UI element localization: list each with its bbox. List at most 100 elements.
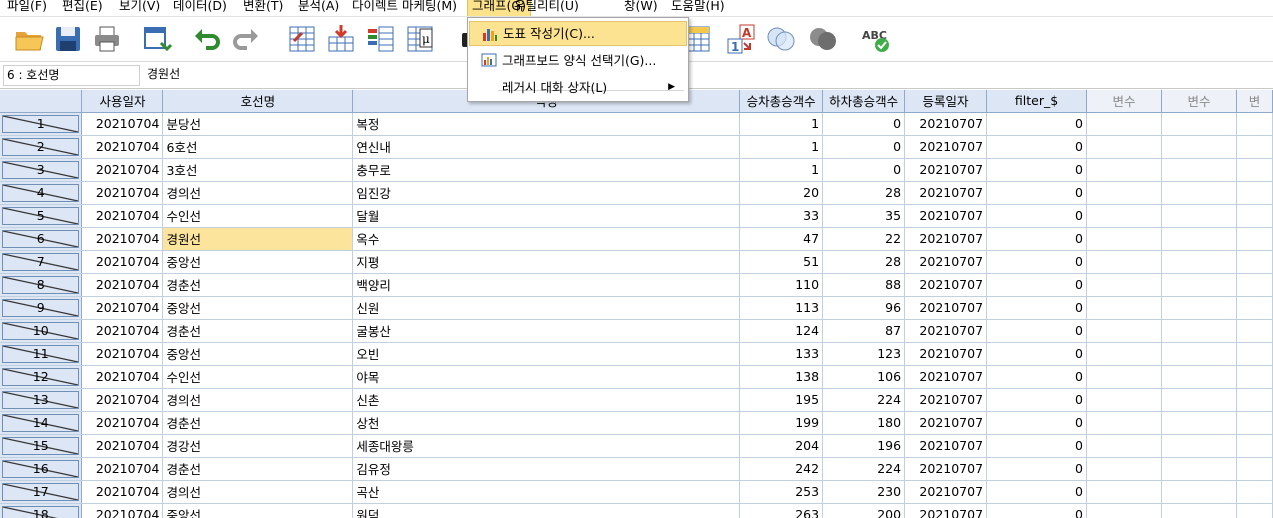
cell-boarding[interactable]: 51: [739, 250, 824, 274]
cell-filter[interactable]: 0: [986, 480, 1087, 504]
cell-empty[interactable]: [1086, 480, 1162, 504]
save-icon[interactable]: [51, 22, 85, 56]
print-icon[interactable]: [90, 22, 124, 56]
cell-empty[interactable]: [1236, 388, 1273, 412]
row-number[interactable]: 1: [0, 112, 83, 136]
cell-register-date[interactable]: 20210707: [904, 342, 988, 366]
cell-boarding[interactable]: 253: [739, 480, 824, 504]
cell-filter[interactable]: 0: [986, 388, 1087, 412]
cell-empty[interactable]: [1236, 480, 1273, 504]
cell-line[interactable]: 경강선: [162, 434, 354, 458]
cell-station[interactable]: 백양리: [352, 273, 741, 297]
column-header-line[interactable]: 호선명: [162, 90, 354, 113]
cell-filter[interactable]: 0: [986, 457, 1087, 481]
cell-register-date[interactable]: 20210707: [904, 135, 988, 159]
cell-alighting[interactable]: 96: [822, 296, 906, 320]
cell-empty[interactable]: [1161, 434, 1237, 458]
cell-station[interactable]: 연신내: [352, 135, 741, 159]
cell-filter[interactable]: 0: [986, 204, 1087, 228]
column-header-alighting[interactable]: 하차총승객수: [822, 90, 906, 113]
cell-date[interactable]: 20210704: [81, 204, 164, 228]
cell-line[interactable]: 중앙선: [162, 250, 354, 274]
cell-line[interactable]: 경의선: [162, 388, 354, 412]
menu-utilities[interactable]: 유틸리티(U): [510, 0, 583, 16]
cell-value-input[interactable]: 경원선: [143, 65, 1270, 86]
cell-empty[interactable]: [1161, 158, 1237, 182]
cell-boarding[interactable]: 1: [739, 158, 824, 182]
cell-station[interactable]: 오빈: [352, 342, 741, 366]
cell-empty[interactable]: [1086, 296, 1162, 320]
cell-empty[interactable]: [1161, 319, 1237, 343]
cell-date[interactable]: 20210704: [81, 181, 164, 205]
cell-date[interactable]: 20210704: [81, 227, 164, 251]
cell-register-date[interactable]: 20210707: [904, 411, 988, 435]
cell-station[interactable]: 충무로: [352, 158, 741, 182]
cell-date[interactable]: 20210704: [81, 319, 164, 343]
cell-filter[interactable]: 0: [986, 273, 1087, 297]
cell-empty[interactable]: [1086, 342, 1162, 366]
cell-line[interactable]: 중앙선: [162, 296, 354, 320]
undo-icon[interactable]: [190, 22, 224, 56]
cell-alighting[interactable]: 0: [822, 112, 906, 136]
cell-alighting[interactable]: 88: [822, 273, 906, 297]
cell-empty[interactable]: [1086, 250, 1162, 274]
cell-station[interactable]: 달월: [352, 204, 741, 228]
cell-empty[interactable]: [1161, 250, 1237, 274]
cell-date[interactable]: 20210704: [81, 342, 164, 366]
cell-empty[interactable]: [1161, 480, 1237, 504]
row-number[interactable]: 11: [0, 342, 83, 366]
chart-builder-menu-item[interactable]: 도표 작성기(C)...: [469, 21, 687, 46]
cell-empty[interactable]: [1086, 457, 1162, 481]
cell-empty[interactable]: [1086, 503, 1162, 518]
cell-filter[interactable]: 0: [986, 181, 1087, 205]
cell-station[interactable]: 지평: [352, 250, 741, 274]
cell-boarding[interactable]: 195: [739, 388, 824, 412]
corner-cell[interactable]: [0, 90, 83, 113]
cell-line[interactable]: 분당선: [162, 112, 354, 136]
column-header-filter[interactable]: filter_$: [986, 90, 1087, 113]
cell-empty[interactable]: [1236, 112, 1273, 136]
recall-dialog-icon[interactable]: [140, 22, 174, 56]
row-number[interactable]: 6: [0, 227, 83, 251]
cell-line[interactable]: 경의선: [162, 480, 354, 504]
cell-empty[interactable]: [1236, 434, 1273, 458]
variables-icon[interactable]: [364, 22, 398, 56]
cell-station[interactable]: 세종대왕릉: [352, 434, 741, 458]
cell-alighting[interactable]: 28: [822, 250, 906, 274]
cell-register-date[interactable]: 20210707: [904, 227, 988, 251]
cell-empty[interactable]: [1161, 503, 1237, 518]
menu-data[interactable]: 데이터(D): [169, 0, 231, 16]
cell-empty[interactable]: [1086, 319, 1162, 343]
cell-empty[interactable]: [1161, 204, 1237, 228]
cell-empty[interactable]: [1236, 503, 1273, 518]
menu-window[interactable]: 창(W): [620, 0, 662, 16]
cell-alighting[interactable]: 224: [822, 388, 906, 412]
cell-empty[interactable]: [1236, 158, 1273, 182]
cell-empty[interactable]: [1161, 365, 1237, 389]
cell-empty[interactable]: [1086, 365, 1162, 389]
row-number[interactable]: 13: [0, 388, 83, 412]
column-header-var[interactable]: 변: [1236, 90, 1273, 113]
cell-boarding[interactable]: 263: [739, 503, 824, 518]
cell-empty[interactable]: [1236, 319, 1273, 343]
graphboard-menu-item[interactable]: 그래프보드 양식 선택기(G)...: [469, 48, 687, 73]
cell-register-date[interactable]: 20210707: [904, 388, 988, 412]
row-number[interactable]: 3: [0, 158, 83, 182]
menu-direct-marketing[interactable]: 다이렉트 마케팅(M): [348, 0, 461, 16]
row-number[interactable]: 8: [0, 273, 83, 297]
use-sets-icon[interactable]: [764, 22, 798, 56]
row-number[interactable]: 10: [0, 319, 83, 343]
row-number[interactable]: 14: [0, 411, 83, 435]
cell-empty[interactable]: [1086, 158, 1162, 182]
cell-boarding[interactable]: 1: [739, 135, 824, 159]
cell-empty[interactable]: [1086, 388, 1162, 412]
cell-station[interactable]: 옥수: [352, 227, 741, 251]
cell-register-date[interactable]: 20210707: [904, 319, 988, 343]
cell-empty[interactable]: [1086, 227, 1162, 251]
cell-boarding[interactable]: 33: [739, 204, 824, 228]
cell-date[interactable]: 20210704: [81, 503, 164, 518]
cell-register-date[interactable]: 20210707: [904, 181, 988, 205]
cell-date[interactable]: 20210704: [81, 388, 164, 412]
row-number[interactable]: 17: [0, 480, 83, 504]
cell-alighting[interactable]: 22: [822, 227, 906, 251]
